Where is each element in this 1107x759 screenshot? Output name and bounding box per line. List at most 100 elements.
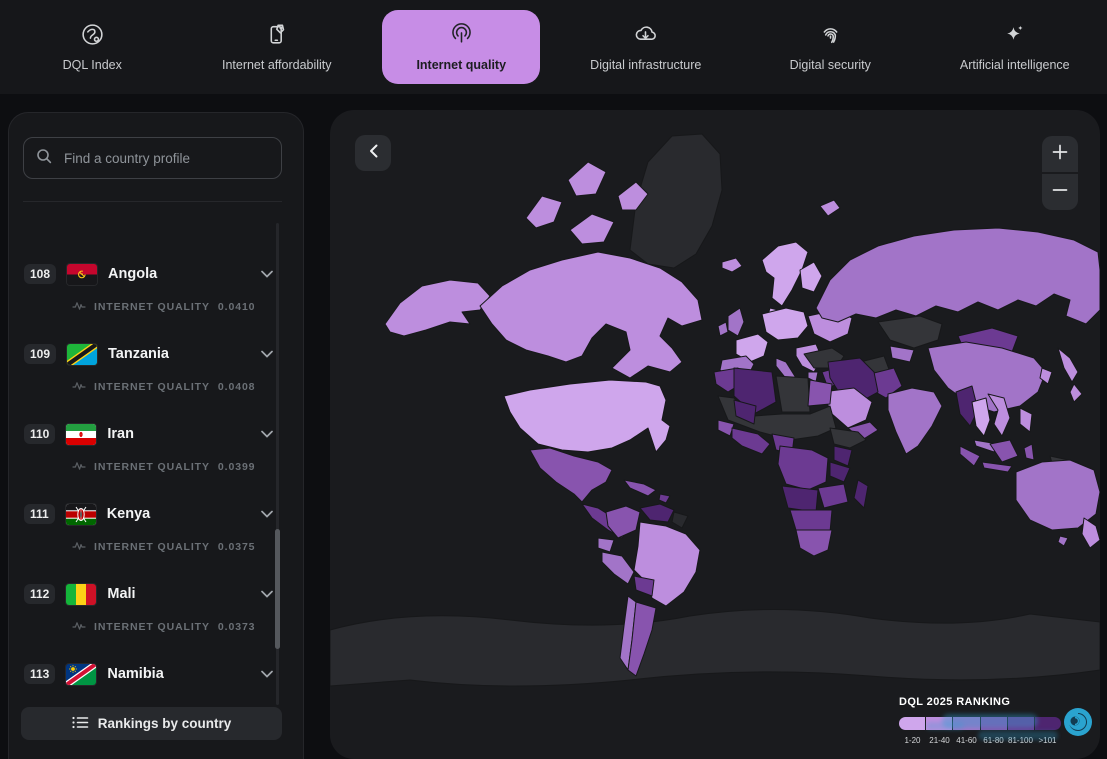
tab-artificial-intelligence[interactable]: Artificial intelligence <box>923 0 1107 94</box>
map-region-philippines[interactable] <box>1020 408 1032 432</box>
rankings-by-country-button[interactable]: Rankings by country <box>21 707 282 740</box>
flag-angola <box>67 264 97 285</box>
map-region-bolivia[interactable] <box>634 576 654 596</box>
map-region-kenya[interactable] <box>834 446 852 466</box>
map-region-namibia-botswana[interactable] <box>790 510 832 532</box>
metric-label: Internet quality <box>94 381 210 393</box>
map-region-ecuador[interactable] <box>598 538 614 552</box>
legend-label: 1-20 <box>899 736 926 745</box>
map-region-arctic-islands[interactable] <box>568 162 606 196</box>
tab-digital-infrastructure[interactable]: Digital infrastructure <box>554 0 739 94</box>
country-name: Angola <box>108 266 250 282</box>
map-region-peru[interactable] <box>602 552 634 584</box>
map-region-indonesia[interactable] <box>960 446 980 466</box>
legend-label: 41-60 <box>953 736 980 745</box>
map-region-central-europe[interactable] <box>762 308 808 340</box>
map-region-libya[interactable] <box>776 376 810 412</box>
sparkles-icon <box>1002 22 1027 50</box>
phone-price-tag-icon <box>264 22 289 50</box>
chevron-down-icon[interactable] <box>261 505 273 523</box>
country-name: Kenya <box>107 506 250 522</box>
country-row-namibia[interactable]: 113 Namibia <box>9 651 303 693</box>
country-search[interactable] <box>23 137 282 179</box>
map-region-usa[interactable] <box>504 380 670 452</box>
chevron-down-icon[interactable] <box>261 265 273 283</box>
zoom-in-button[interactable] <box>1042 136 1078 172</box>
map-region-south-africa[interactable] <box>796 530 832 556</box>
map-region-alaska[interactable] <box>385 280 490 336</box>
chevron-down-icon[interactable] <box>261 425 273 443</box>
map-region-japan[interactable] <box>1070 384 1082 402</box>
list-icon <box>72 716 89 732</box>
map-region-india[interactable] <box>888 388 942 454</box>
map-region-russia[interactable] <box>816 228 1100 324</box>
flag-tanzania <box>67 344 97 365</box>
rank-badge: 113 <box>24 664 55 684</box>
map-region-central-africa[interactable] <box>778 446 828 490</box>
map-region-zambia-mozambique[interactable] <box>818 484 848 508</box>
rankings-button-label: Rankings by country <box>98 716 232 731</box>
tab-digital-security[interactable]: Digital security <box>738 0 923 94</box>
map-region-indonesia[interactable] <box>1024 444 1034 460</box>
country-row-iran[interactable]: 110 Iran <box>9 411 303 457</box>
map-region-cuba[interactable] <box>624 480 656 496</box>
map-region-ireland[interactable] <box>718 322 728 336</box>
map-region-indonesia[interactable] <box>982 462 1012 472</box>
tab-dql-index[interactable]: DQL Index <box>0 0 185 94</box>
divider <box>23 201 282 202</box>
chevron-down-icon[interactable] <box>261 345 273 363</box>
country-list[interactable]: 108 Angola Internet quality 0.0410 109 T… <box>9 225 303 693</box>
chevron-down-icon[interactable] <box>261 585 273 603</box>
map-region-central-asia[interactable] <box>890 346 914 362</box>
rank-badge: 109 <box>24 344 56 364</box>
map-region-kazakhstan[interactable] <box>878 316 942 348</box>
country-row-kenya[interactable]: 111 Kenya <box>9 491 303 537</box>
rank-badge: 112 <box>24 584 55 604</box>
map-region-hispaniola[interactable] <box>659 494 670 503</box>
map-region-mexico[interactable] <box>530 448 612 502</box>
map-region-iceland[interactable] <box>722 258 742 272</box>
sidebar-scrollbar-thumb[interactable] <box>275 529 280 649</box>
tab-internet-affordability[interactable]: Internet affordability <box>185 0 370 94</box>
map-region-thailand[interactable] <box>972 398 990 436</box>
watermark-blur <box>978 731 1058 740</box>
map-region-guyanas[interactable] <box>672 512 688 528</box>
chevron-down-icon[interactable] <box>261 665 273 683</box>
map-region-new-zealand[interactable] <box>1082 518 1100 548</box>
map-region-egypt[interactable] <box>808 380 832 406</box>
flag-namibia <box>66 664 96 685</box>
metric-row: Internet quality 0.0399 <box>9 457 303 477</box>
map-region-greenland[interactable] <box>630 134 722 268</box>
metric-row: Internet quality 0.0375 <box>9 537 303 557</box>
zoom-out-button[interactable] <box>1042 174 1078 210</box>
metric-value: 0.0375 <box>218 541 256 553</box>
world-map[interactable] <box>330 110 1100 759</box>
map-region-svalbard[interactable] <box>820 200 840 216</box>
flag-kenya <box>66 504 96 525</box>
tab-internet-quality[interactable]: Internet quality <box>369 0 554 94</box>
map-region-japan[interactable] <box>1058 348 1078 382</box>
map-region-arctic-islands[interactable] <box>570 214 614 244</box>
country-row-mali[interactable]: 112 Mali <box>9 571 303 617</box>
country-name: Tanzania <box>108 346 250 362</box>
map-region-angola[interactable] <box>782 486 818 512</box>
map-region-australia[interactable] <box>1016 460 1100 530</box>
search-input[interactable] <box>62 150 269 167</box>
waveform-icon <box>72 380 86 395</box>
map-region-uk[interactable] <box>728 308 744 336</box>
list-item: 108 Angola Internet quality 0.0410 <box>9 251 303 317</box>
map-region-tasmania[interactable] <box>1058 536 1068 546</box>
country-row-angola[interactable]: 108 Angola <box>9 251 303 297</box>
country-row-tanzania[interactable]: 109 Tanzania <box>9 331 303 377</box>
map-region-canada[interactable] <box>480 252 702 378</box>
metric-label: Internet quality <box>94 621 210 633</box>
map-region-arctic-islands[interactable] <box>526 196 562 228</box>
back-button[interactable] <box>355 135 391 171</box>
map-region-venezuela[interactable] <box>640 504 674 522</box>
map-region-colombia[interactable] <box>606 506 640 538</box>
map-region-madagascar[interactable] <box>854 480 868 508</box>
globe-swirl-icon <box>80 22 105 50</box>
map-region-indonesia[interactable] <box>990 440 1018 462</box>
list-item: 111 Kenya Internet quality 0.0375 <box>9 491 303 557</box>
map-region-antarctica[interactable] <box>330 609 1100 686</box>
